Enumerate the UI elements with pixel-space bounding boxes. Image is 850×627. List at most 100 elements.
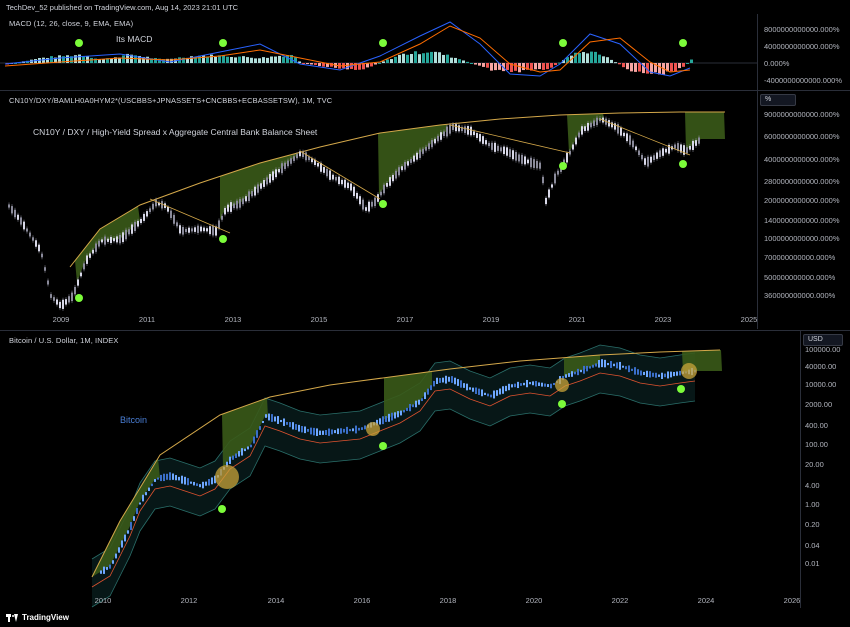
candle-body bbox=[674, 144, 676, 149]
candle-body bbox=[403, 409, 405, 413]
macd-hist-bar bbox=[546, 63, 549, 70]
cycle-marker-dot bbox=[379, 39, 387, 47]
candle-body bbox=[203, 227, 205, 232]
candle-body bbox=[41, 253, 43, 258]
macd-hist-bar bbox=[438, 52, 441, 63]
macd-hist-bar bbox=[534, 63, 537, 70]
candle-body bbox=[292, 422, 294, 430]
candle-body bbox=[593, 120, 595, 127]
candle-body bbox=[509, 149, 511, 158]
candle-body bbox=[359, 196, 361, 205]
candle-body bbox=[463, 383, 465, 388]
candle-body bbox=[343, 428, 345, 433]
candle-body bbox=[392, 174, 394, 182]
macd-hist-bar bbox=[674, 63, 677, 72]
macd-hist-bar bbox=[234, 57, 237, 63]
liquidity-y-label: 4000000000000.000% bbox=[764, 155, 840, 164]
candle-body bbox=[257, 184, 259, 193]
candle-body bbox=[112, 560, 114, 564]
candle-body bbox=[487, 393, 489, 397]
bitcoin-x-label: 2010 bbox=[94, 596, 112, 605]
candle-body bbox=[439, 378, 441, 383]
bitcoin-y-label: 10000.00 bbox=[805, 380, 837, 389]
candle-body bbox=[583, 365, 585, 374]
bitcoin-x-label: 2018 bbox=[439, 596, 457, 605]
macd-hist-bar bbox=[386, 59, 389, 63]
candle-body bbox=[307, 428, 309, 432]
candle-body bbox=[262, 420, 264, 424]
candle-body bbox=[136, 508, 138, 514]
candle-body bbox=[428, 143, 430, 150]
candle-body bbox=[683, 145, 685, 155]
candle-body bbox=[604, 359, 606, 368]
macd-hist-bar bbox=[378, 62, 381, 64]
candle-body bbox=[607, 362, 609, 366]
candle-body bbox=[98, 240, 100, 247]
candle-body bbox=[578, 132, 580, 138]
candle-body bbox=[470, 126, 472, 136]
macd-hist-bar bbox=[506, 63, 509, 70]
macd-hist-bar bbox=[406, 54, 409, 63]
macd-hist-bar bbox=[582, 52, 585, 63]
candle-body bbox=[532, 381, 534, 386]
macd-y-label: 8000000000000.000% bbox=[764, 25, 840, 34]
bitcoin-annotation: Bitcoin bbox=[120, 415, 148, 425]
candle-body bbox=[595, 363, 597, 367]
candle-body bbox=[346, 426, 348, 434]
candle-body bbox=[190, 481, 192, 484]
candle-body bbox=[386, 182, 388, 187]
macd-hist-bar bbox=[470, 63, 473, 64]
candle-body bbox=[89, 253, 91, 258]
candle-body bbox=[205, 481, 207, 486]
bitcoin-y-label: 40000.00 bbox=[805, 362, 837, 371]
candle-body bbox=[271, 414, 273, 422]
candle-body bbox=[349, 429, 351, 432]
candle-body bbox=[520, 383, 522, 386]
candle-body bbox=[521, 154, 523, 164]
macd-hist-bar bbox=[310, 63, 313, 65]
candle-body bbox=[484, 392, 486, 396]
candle-body bbox=[152, 203, 154, 210]
candle-body bbox=[266, 177, 268, 185]
candle-body bbox=[667, 371, 669, 379]
candle-body bbox=[206, 228, 208, 232]
candle-body bbox=[86, 255, 88, 264]
candle-body bbox=[592, 364, 594, 368]
candle-body bbox=[491, 142, 493, 150]
candle-body bbox=[388, 413, 390, 422]
candle-body bbox=[400, 410, 402, 416]
candle-body bbox=[656, 152, 658, 159]
candle-body bbox=[145, 492, 147, 496]
candle-body bbox=[109, 564, 111, 569]
candle-body bbox=[193, 481, 195, 486]
candle-body bbox=[310, 427, 312, 435]
candle-body bbox=[38, 244, 40, 252]
macd-hist-bar bbox=[550, 63, 553, 68]
candle-body bbox=[647, 156, 649, 167]
candle-body bbox=[50, 294, 52, 298]
candle-body bbox=[494, 142, 496, 152]
candle-body bbox=[575, 137, 577, 145]
candle-body bbox=[427, 388, 429, 395]
candle-body bbox=[533, 159, 535, 168]
candle-body bbox=[95, 243, 97, 252]
tradingview-logo-icon bbox=[6, 613, 18, 622]
candle-body bbox=[466, 383, 468, 391]
macd-hist-bar bbox=[602, 56, 605, 63]
candle-body bbox=[253, 436, 255, 444]
candle-body bbox=[655, 372, 657, 378]
candle-body bbox=[424, 392, 426, 400]
macd-annotation: Its MACD bbox=[116, 34, 153, 44]
candle-body bbox=[133, 516, 135, 521]
candle-body bbox=[272, 171, 274, 181]
candle-body bbox=[664, 373, 666, 378]
candle-body bbox=[334, 430, 336, 434]
candle-body bbox=[148, 487, 150, 491]
candle-body bbox=[415, 400, 417, 408]
candle-body bbox=[83, 263, 85, 270]
liquidity-unit-badge[interactable]: % bbox=[760, 94, 796, 106]
candle-body bbox=[419, 149, 421, 158]
candle-body bbox=[625, 366, 627, 370]
cycle-marker-dot bbox=[219, 235, 227, 243]
candle-body bbox=[197, 225, 199, 233]
